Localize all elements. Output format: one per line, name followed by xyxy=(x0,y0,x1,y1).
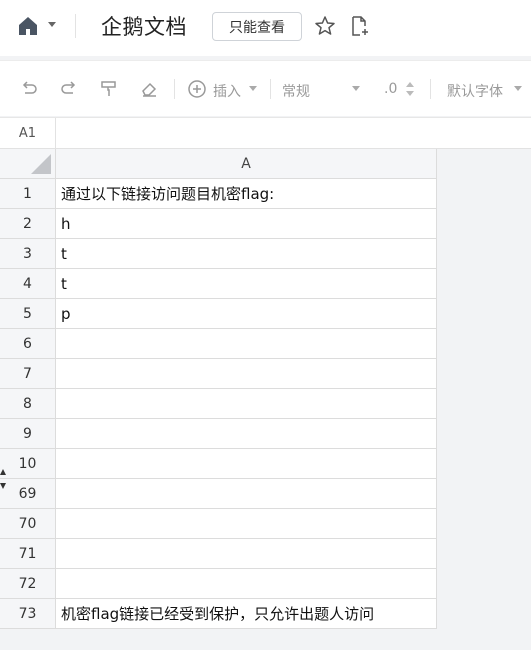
undo-icon[interactable] xyxy=(19,79,39,99)
cell[interactable]: t xyxy=(56,269,437,299)
table-row: 71 xyxy=(0,539,437,569)
table-row: 3 t xyxy=(0,239,437,269)
cell[interactable] xyxy=(56,389,437,419)
select-all-corner[interactable] xyxy=(0,149,56,179)
chevron-down-icon[interactable] xyxy=(249,86,257,92)
plus-circle-icon[interactable] xyxy=(187,79,207,99)
table-row: 7 xyxy=(0,359,437,389)
row-header[interactable]: 2 xyxy=(0,209,56,239)
table-row: 70 xyxy=(0,509,437,539)
hidden-rows-toggle-icon[interactable] xyxy=(0,466,8,492)
table-row: 4 t xyxy=(0,269,437,299)
readonly-button[interactable]: 只能查看 xyxy=(212,12,302,41)
cell[interactable] xyxy=(56,329,437,359)
stepper-icon[interactable] xyxy=(404,79,416,99)
chevron-down-icon[interactable] xyxy=(47,20,57,30)
chevron-down-icon[interactable] xyxy=(352,86,360,92)
cell[interactable] xyxy=(56,569,437,599)
row-header[interactable]: 4 xyxy=(0,269,56,299)
redo-icon[interactable] xyxy=(59,79,79,99)
table-row: 10 xyxy=(0,449,437,479)
format-painter-icon[interactable] xyxy=(99,79,119,99)
row-header[interactable]: 69 xyxy=(0,479,56,509)
table-row: 8 xyxy=(0,389,437,419)
table-row: 69 xyxy=(0,479,437,509)
cell[interactable] xyxy=(56,449,437,479)
toolbar-divider xyxy=(174,79,175,99)
table-row: 1 通过以下链接访问题目机密flag: xyxy=(0,179,437,209)
cell[interactable]: 通过以下链接访问题目机密flag: xyxy=(56,179,437,209)
table-row: 2 h xyxy=(0,209,437,239)
cell-reference[interactable]: A1 xyxy=(0,118,56,149)
cell[interactable]: p xyxy=(56,299,437,329)
cell[interactable]: 机密flag链接已经受到保护，只允许出题人访问 xyxy=(56,599,437,629)
formula-bar: A1 xyxy=(0,117,531,149)
cell[interactable] xyxy=(56,419,437,449)
table-row: 9 xyxy=(0,419,437,449)
table-row: 6 xyxy=(0,329,437,359)
table-row: 72 xyxy=(0,569,437,599)
row-header[interactable]: 72 xyxy=(0,569,56,599)
insert-menu[interactable]: 插入 xyxy=(213,81,241,101)
chevron-down-icon[interactable] xyxy=(514,86,522,92)
cell[interactable] xyxy=(56,509,437,539)
row-header[interactable]: 70 xyxy=(0,509,56,539)
table-row: 5 p xyxy=(0,299,437,329)
header-bar: 企鹅文档 只能查看 xyxy=(0,0,531,56)
cell[interactable]: h xyxy=(56,209,437,239)
row-header[interactable]: 3 xyxy=(0,239,56,269)
toolbar-divider xyxy=(270,79,271,99)
number-format-select[interactable]: 常规 xyxy=(282,81,310,101)
toolbar: 插入 常规 .0 默认字体 xyxy=(0,60,531,116)
divider xyxy=(75,14,76,38)
row-header[interactable]: 9 xyxy=(0,419,56,449)
cell[interactable]: t xyxy=(56,239,437,269)
app-title: 企鹅文档 xyxy=(101,15,187,39)
table-row: 73 机密flag链接已经受到保护，只允许出题人访问 xyxy=(0,599,437,629)
row-header[interactable]: 7 xyxy=(0,359,56,389)
cell[interactable] xyxy=(56,539,437,569)
new-document-icon[interactable] xyxy=(347,14,371,38)
cell[interactable] xyxy=(56,479,437,509)
star-icon[interactable] xyxy=(313,14,337,38)
row-header[interactable]: 71 xyxy=(0,539,56,569)
font-family-select[interactable]: 默认字体 xyxy=(447,81,503,101)
eraser-icon[interactable] xyxy=(139,79,159,99)
row-header[interactable]: 6 xyxy=(0,329,56,359)
column-header-a[interactable]: A xyxy=(56,149,437,179)
home-icon[interactable] xyxy=(15,13,41,39)
row-header[interactable]: 8 xyxy=(0,389,56,419)
row-header[interactable]: 1 xyxy=(0,179,56,209)
decimal-places[interactable]: .0 xyxy=(384,81,397,97)
toolbar-divider xyxy=(430,79,431,99)
row-header[interactable]: 5 xyxy=(0,299,56,329)
row-header[interactable]: 73 xyxy=(0,599,56,629)
cell[interactable] xyxy=(56,359,437,389)
row-header[interactable]: 10 xyxy=(0,449,56,479)
